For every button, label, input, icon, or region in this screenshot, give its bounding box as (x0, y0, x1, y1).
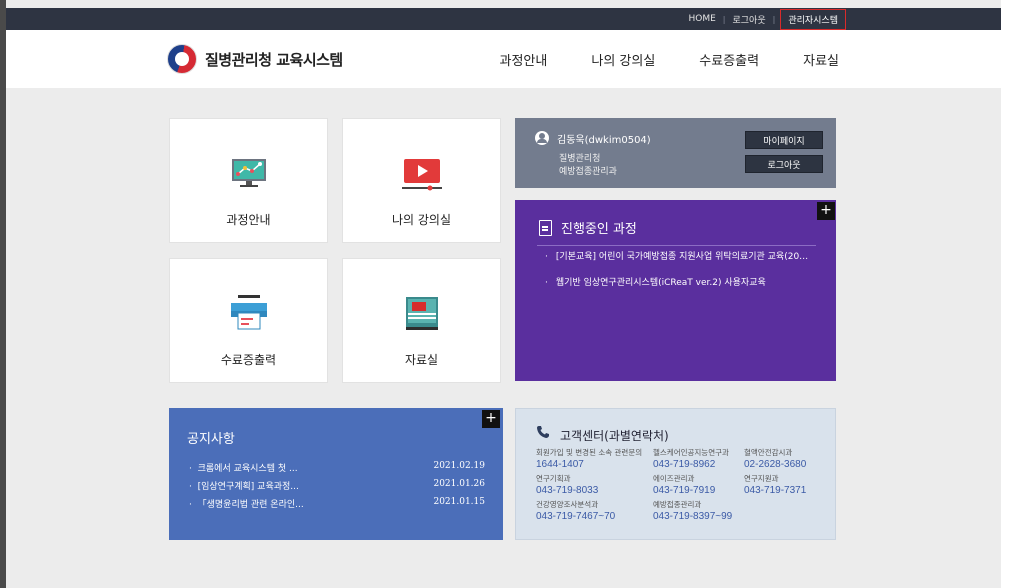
contact-entry: 연구지원과 043-719-7371 (744, 473, 854, 496)
notice-title: 공지사항 (187, 432, 235, 447)
course-item[interactable]: · [기본교육] 어린이 국가예방접종 지원사업 위탁의료기관 교육(20… (545, 249, 822, 262)
tile-label: 수료증출력 (220, 353, 277, 367)
divider (537, 245, 816, 246)
logout-button[interactable]: 로그아웃 (745, 155, 823, 173)
bullet: · (189, 482, 192, 492)
user-name: 김동욱(dwkim0504) (557, 135, 651, 146)
contact-label: 혈액안전감시과 (744, 448, 793, 457)
logout-link[interactable]: 로그아웃 (732, 13, 765, 26)
contact-number: 043-719-8397~99 (653, 511, 733, 522)
tile-certificate-print[interactable]: 수료증출력 (169, 258, 328, 383)
tile-label: 과정안내 (226, 213, 271, 227)
contact-label: 회원가입 및 변경된 소속 관련문의 (536, 448, 643, 457)
contact-number: 043-719-7467~70 (536, 511, 616, 522)
contact-entry: 예방접종관리과 043-719-8397~99 (653, 499, 763, 522)
course-item-title: [기본교육] 어린이 국가예방접종 지원사업 위탁의료기관 교육(20… (555, 252, 809, 262)
courses-in-progress-panel: + 진행중인 과정 · [기본교육] 어린이 국가예방접종 지원사업 위탁의료기관… (515, 200, 836, 381)
main-nav: 과정안내 나의 강의실 수료증출력 자료실 (500, 50, 839, 69)
nav-course-guide[interactable]: 과정안내 (500, 50, 548, 69)
notice-item-date: 2021.01.26 (433, 479, 485, 489)
tile-label: 자료실 (404, 353, 439, 367)
video-play-icon (401, 159, 442, 191)
monitor-chart-icon (231, 159, 266, 187)
contact-number: 043-719-8033 (536, 485, 599, 496)
notice-item-date: 2021.01.15 (433, 497, 485, 507)
printer-icon (230, 295, 267, 330)
contact-entry: 혈액안전감시과 02-2628-3680 (744, 447, 854, 470)
contact-entry: 건강영양조사분석과 043-719-7467~70 (536, 499, 646, 522)
utility-links: HOME | 로그아웃 | 관리자시스템 (688, 8, 846, 30)
course-item-title: 웹기반 임상연구관리시스템(iCReaT ver.2) 사용자교육 (555, 278, 766, 288)
contact-label: 건강영양조사분석과 (536, 500, 599, 509)
user-avatar-icon (535, 131, 549, 145)
notice-item-title: · [임상연구계획] 교육과정... (189, 479, 299, 492)
document-icon (539, 220, 552, 236)
page-frame: HOME | 로그아웃 | 관리자시스템 질병관리청 교육시스템 과정안내 나의… (0, 0, 1028, 588)
notice-item-title: · 「생명윤리법 관련 온라인... (189, 497, 304, 510)
phone-icon (537, 426, 549, 438)
tile-label: 나의 강의실 (391, 213, 451, 227)
contact-entry: 회원가입 및 변경된 소속 관련문의 1644-1407 (536, 447, 646, 470)
bullet: · (545, 278, 548, 288)
contact-label: 연구기획과 (536, 474, 571, 483)
bullet: · (189, 500, 192, 510)
site-logo[interactable]: 질병관리청 교육시스템 (167, 44, 343, 74)
contact-label: 연구지원과 (744, 474, 779, 483)
contact-number: 1644-1407 (536, 459, 584, 470)
courses-title: 진행중인 과정 (561, 222, 637, 237)
notice-row[interactable]: · [임상연구계획] 교육과정... 2021.01.26 (189, 479, 485, 492)
notice-row[interactable]: · 「생명윤리법 관련 온라인... 2021.01.15 (189, 497, 485, 510)
bullet: · (189, 464, 192, 474)
user-organization: 질병관리청 (559, 154, 601, 164)
window-right-margin (1001, 0, 1028, 588)
customer-center-panel: 고객센터(과별연락처) 회원가입 및 변경된 소속 관련문의 1644-1407… (515, 408, 836, 540)
courses-more-button[interactable]: + (817, 202, 835, 220)
nav-certificate-print[interactable]: 수료증출력 (699, 50, 759, 69)
notice-row[interactable]: · 크롬에서 교육시스템 첫 ... 2021.02.19 (189, 461, 485, 474)
tile-my-classroom[interactable]: 나의 강의실 (342, 118, 501, 243)
contact-entry: 연구기획과 043-719-8033 (536, 473, 646, 496)
notice-more-button[interactable]: + (482, 410, 500, 428)
tile-course-guide[interactable]: 과정안내 (169, 118, 328, 243)
user-department: 예방접종관리과 (559, 167, 617, 177)
notice-item-text: 「생명윤리법 관련 온라인... (197, 500, 304, 510)
site-header: 질병관리청 교육시스템 과정안내 나의 강의실 수료증출력 자료실 (6, 30, 1001, 88)
top-utility-bar: HOME | 로그아웃 | 관리자시스템 (6, 8, 1001, 30)
kdca-emblem-icon (167, 44, 197, 74)
contact-number: 043-719-7371 (744, 485, 807, 496)
divider: | (722, 14, 726, 24)
user-profile-box: 김동욱(dwkim0504) 질병관리청 예방접종관리과 (515, 118, 836, 188)
contact-label: 예방접종관리과 (653, 500, 702, 509)
notice-item-text: [임상연구계획] 교육과정... (197, 482, 299, 492)
folder-book-icon (405, 297, 438, 330)
home-link[interactable]: HOME (688, 14, 715, 24)
notice-panel: + 공지사항 · 크롬에서 교육시스템 첫 ... 2021.02.19 · [… (169, 408, 503, 540)
customer-center-title: 고객센터(과별연락처) (560, 429, 669, 443)
notice-item-text: 크롬에서 교육시스템 첫 ... (197, 464, 298, 474)
mypage-button[interactable]: 마이페이지 (745, 131, 823, 149)
notice-item-title: · 크롬에서 교육시스템 첫 ... (189, 461, 298, 474)
nav-resources[interactable]: 자료실 (803, 50, 839, 69)
site-title: 질병관리청 교육시스템 (205, 50, 343, 69)
bullet: · (545, 252, 548, 262)
nav-my-classroom[interactable]: 나의 강의실 (591, 50, 655, 69)
admin-system-link[interactable]: 관리자시스템 (780, 8, 846, 30)
contact-number: 02-2628-3680 (744, 459, 807, 470)
notice-item-date: 2021.02.19 (433, 461, 485, 471)
window-left-edge (0, 0, 6, 588)
divider: | (772, 14, 776, 24)
course-item[interactable]: · 웹기반 임상연구관리시스템(iCReaT ver.2) 사용자교육 (545, 275, 822, 288)
tile-resources[interactable]: 자료실 (342, 258, 501, 383)
